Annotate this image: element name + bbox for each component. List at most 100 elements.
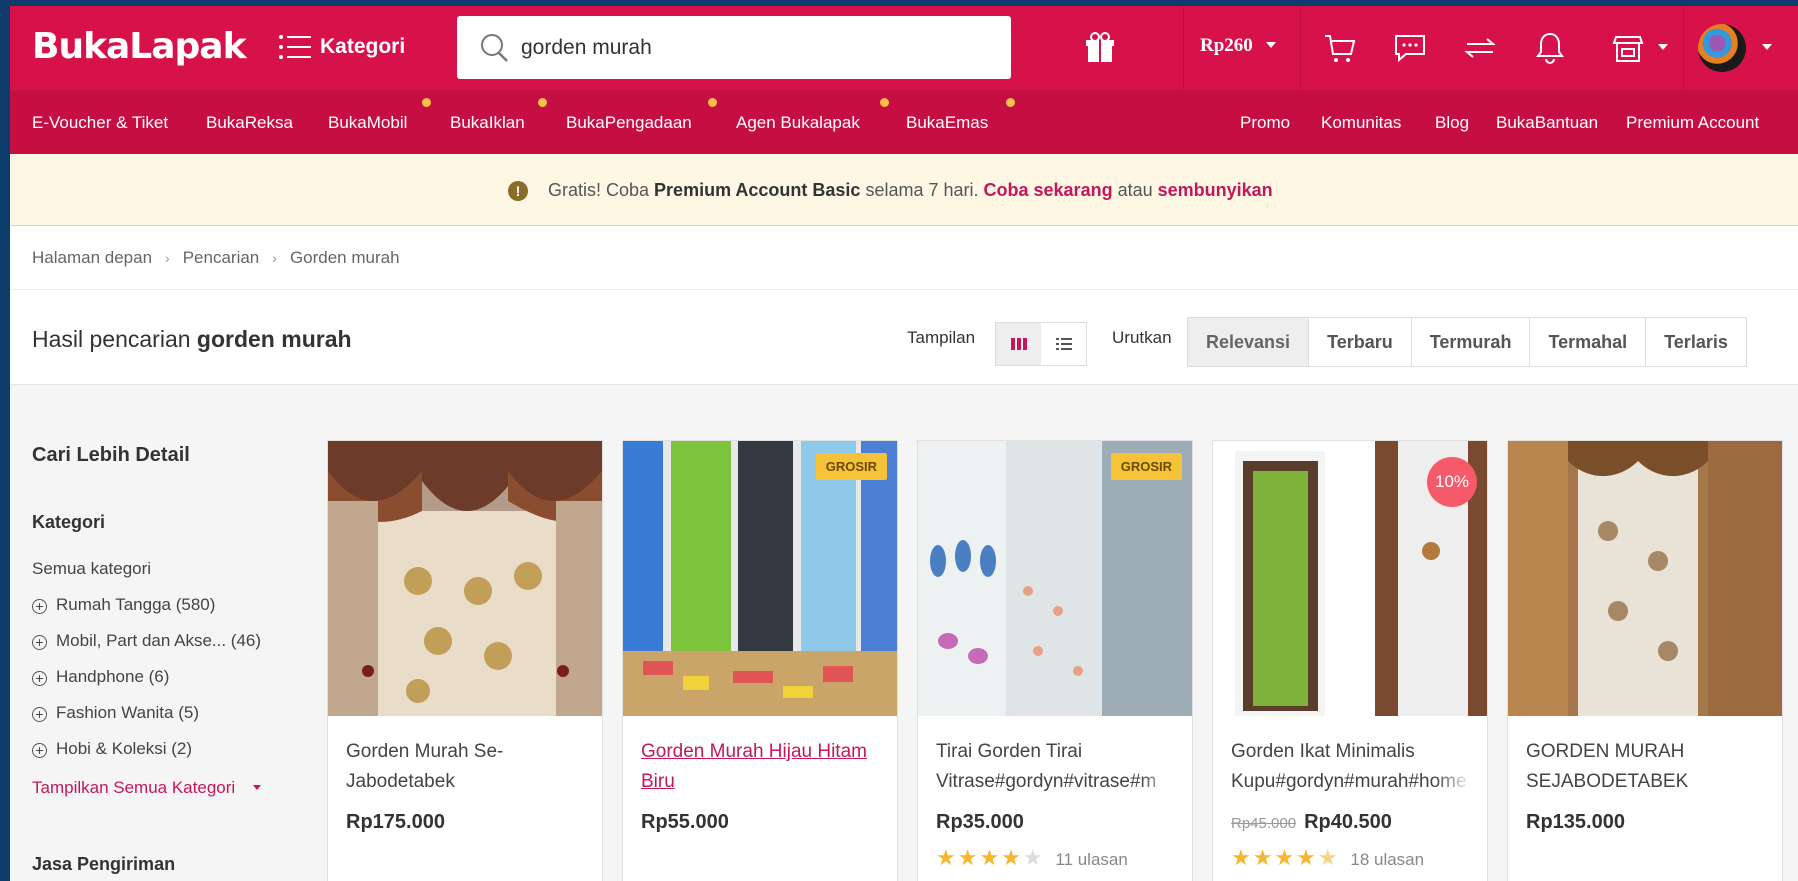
promo-text: atau bbox=[1112, 180, 1158, 200]
star-rating-icon: ★★★★★ bbox=[936, 845, 1045, 870]
nav-item-blog[interactable]: Blog bbox=[1435, 113, 1469, 133]
chevron-right-icon: › bbox=[272, 250, 277, 266]
expand-plus-icon: + bbox=[32, 671, 47, 686]
search-icon[interactable] bbox=[479, 33, 509, 63]
expand-plus-icon: + bbox=[32, 635, 47, 650]
cart-icon[interactable] bbox=[1320, 28, 1360, 68]
category-item[interactable]: + Mobil, Part dan Akse... (46) bbox=[32, 631, 261, 651]
top-header: BukaLapak Kategori Rp260 bbox=[10, 6, 1798, 90]
sort-terbaru[interactable]: Terbaru bbox=[1309, 318, 1412, 366]
nav-item-komunitas[interactable]: Komunitas bbox=[1321, 113, 1401, 133]
product-name-line: Gorden Ikat Minimalis bbox=[1231, 741, 1415, 762]
category-item[interactable]: + Hobi & Koleksi (2) bbox=[32, 739, 192, 759]
grosir-badge: GROSIR bbox=[1110, 453, 1182, 480]
product-image[interactable] bbox=[328, 441, 602, 716]
info-icon: ! bbox=[508, 181, 528, 201]
grid-view-icon bbox=[1010, 338, 1027, 350]
product-card[interactable]: GROSIR Tirai Gorden Tirai Vitrase#gordyn… bbox=[917, 440, 1193, 881]
transfer-arrows-icon[interactable] bbox=[1460, 28, 1500, 68]
expand-plus-icon: + bbox=[32, 743, 47, 758]
sidebar-title: Cari Lebih Detail bbox=[32, 444, 190, 466]
chevron-down-icon bbox=[253, 785, 262, 790]
category-all[interactable]: Semua kategori bbox=[32, 559, 151, 579]
show-all-label: Tampilkan Semua Kategori bbox=[32, 778, 236, 797]
product-name[interactable]: GORDEN MURAH SEJABODETABEK bbox=[1526, 737, 1766, 797]
promo-text: Gratis! Coba bbox=[548, 180, 655, 200]
chevron-down-icon[interactable] bbox=[1658, 44, 1668, 50]
nav-item-bukapengadaan[interactable]: BukaPengadaan bbox=[566, 113, 692, 133]
star-rating-icon: ★★★★★ bbox=[1231, 845, 1340, 870]
kategori-button[interactable]: Kategori bbox=[278, 32, 405, 62]
nav-item-bukareksa[interactable]: BukaReksa bbox=[206, 113, 293, 133]
premium-promo-banner: ! Gratis! Coba Premium Account Basic sel… bbox=[10, 154, 1798, 226]
product-card[interactable]: GORDEN MURAH SEJABODETABEK Rp135.000 bbox=[1507, 440, 1783, 881]
hide-banner-link[interactable]: sembunyikan bbox=[1158, 180, 1273, 200]
notification-bell-icon[interactable] bbox=[1530, 28, 1570, 68]
chat-icon[interactable] bbox=[1390, 28, 1430, 68]
nav-item-bukamobil[interactable]: BukaMobil bbox=[328, 113, 407, 133]
nav-item-bukaiklan[interactable]: BukaIklan bbox=[450, 113, 525, 133]
page-title: Hasil pencarian gorden murah bbox=[32, 326, 352, 353]
sort-termurah[interactable]: Termurah bbox=[1411, 318, 1531, 366]
breadcrumb-home[interactable]: Halaman depan bbox=[32, 248, 152, 268]
results-toolbar: Hasil pencarian gorden murah Tampilan Ur… bbox=[10, 290, 1798, 385]
try-now-link[interactable]: Coba sekarang bbox=[984, 180, 1113, 200]
category-item[interactable]: + Rumah Tangga (580) bbox=[32, 595, 215, 615]
nav-item-promo[interactable]: Promo bbox=[1240, 113, 1290, 133]
category-label: Rumah Tangga (580) bbox=[56, 595, 216, 614]
kategori-heading: Kategori bbox=[32, 512, 106, 532]
product-name-line: Vitrase#gordyn#vitrase#m bbox=[936, 771, 1157, 792]
category-item[interactable]: + Handphone (6) bbox=[32, 667, 169, 687]
nav-item-bukaemas[interactable]: BukaEmas bbox=[906, 113, 988, 133]
header-divider bbox=[1683, 6, 1684, 90]
shipping-heading: Jasa Pengiriman bbox=[32, 854, 176, 874]
breadcrumb-search[interactable]: Pencarian bbox=[183, 248, 260, 268]
product-image[interactable] bbox=[1508, 441, 1782, 716]
store-icon[interactable] bbox=[1608, 28, 1648, 68]
sort-termahal[interactable]: Termahal bbox=[1530, 318, 1647, 366]
product-card[interactable]: Gorden Murah Se-Jabodetabek Rp175.000 bbox=[327, 440, 603, 881]
breadcrumb: Halaman depan › Pencarian › Gorden murah bbox=[32, 248, 400, 268]
search-bar[interactable] bbox=[457, 16, 1011, 79]
chevron-right-icon: › bbox=[165, 250, 170, 266]
show-all-categories-link[interactable]: Tampilkan Semua Kategori bbox=[32, 778, 262, 798]
expand-plus-icon: + bbox=[32, 599, 47, 614]
product-name[interactable]: Gorden Ikat Minimalis Kupu#gordyn#murah#… bbox=[1231, 737, 1471, 797]
gift-icon[interactable] bbox=[1080, 28, 1120, 68]
nav-item-agen-bukalapak[interactable]: Agen Bukalapak bbox=[736, 113, 860, 133]
product-image[interactable]: 10% bbox=[1213, 441, 1487, 716]
view-label: Tampilan bbox=[907, 328, 976, 347]
sort-terlaris[interactable]: Terlaris bbox=[1646, 318, 1746, 366]
new-indicator-dot bbox=[708, 98, 717, 107]
search-input[interactable] bbox=[521, 35, 961, 60]
nav-item-bukabantuan[interactable]: BukaBantuan bbox=[1496, 113, 1598, 133]
results-query: gorden murah bbox=[196, 326, 352, 352]
user-avatar[interactable] bbox=[1698, 24, 1746, 72]
product-card[interactable]: 10% Gorden Ikat Minimalis Kupu#gordyn#mu… bbox=[1212, 440, 1488, 881]
list-view-button[interactable] bbox=[1041, 323, 1086, 365]
product-name[interactable]: Tirai Gorden Tirai Vitrase#gordyn#vitras… bbox=[936, 737, 1176, 797]
grid-view-button[interactable] bbox=[996, 323, 1041, 365]
promo-plan-name: Premium Account Basic bbox=[654, 180, 861, 200]
product-image[interactable]: GROSIR bbox=[918, 441, 1192, 716]
breadcrumb-current: Gorden murah bbox=[289, 248, 400, 267]
product-image[interactable]: GROSIR bbox=[623, 441, 897, 716]
product-name[interactable]: Gorden Murah Se-Jabodetabek bbox=[346, 737, 586, 797]
review-count[interactable]: 18 ulasan bbox=[1350, 850, 1424, 869]
nav-item-e-voucher[interactable]: E-Voucher & Tiket bbox=[32, 113, 168, 133]
product-card[interactable]: GROSIR Gorden Murah Hijau Hitam Biru Rp5… bbox=[622, 440, 898, 881]
nav-item-premium-account[interactable]: Premium Account bbox=[1626, 113, 1759, 133]
new-indicator-dot bbox=[538, 98, 547, 107]
chevron-down-icon[interactable] bbox=[1762, 44, 1772, 50]
product-name[interactable]: Gorden Murah Hijau Hitam Biru bbox=[641, 737, 881, 797]
balance-dropdown[interactable]: Rp260 bbox=[1200, 35, 1276, 57]
header-divider bbox=[1300, 6, 1301, 90]
bukalapak-logo[interactable]: BukaLapak bbox=[32, 26, 247, 67]
expand-plus-icon: + bbox=[32, 707, 47, 722]
product-price: Rp135.000 bbox=[1526, 811, 1625, 833]
category-item[interactable]: + Fashion Wanita (5) bbox=[32, 703, 199, 723]
balance-value: Rp260 bbox=[1200, 35, 1253, 56]
product-price: Rp55.000 bbox=[641, 811, 729, 833]
sort-relevansi[interactable]: Relevansi bbox=[1188, 318, 1310, 366]
review-count[interactable]: 11 ulasan bbox=[1055, 850, 1127, 869]
